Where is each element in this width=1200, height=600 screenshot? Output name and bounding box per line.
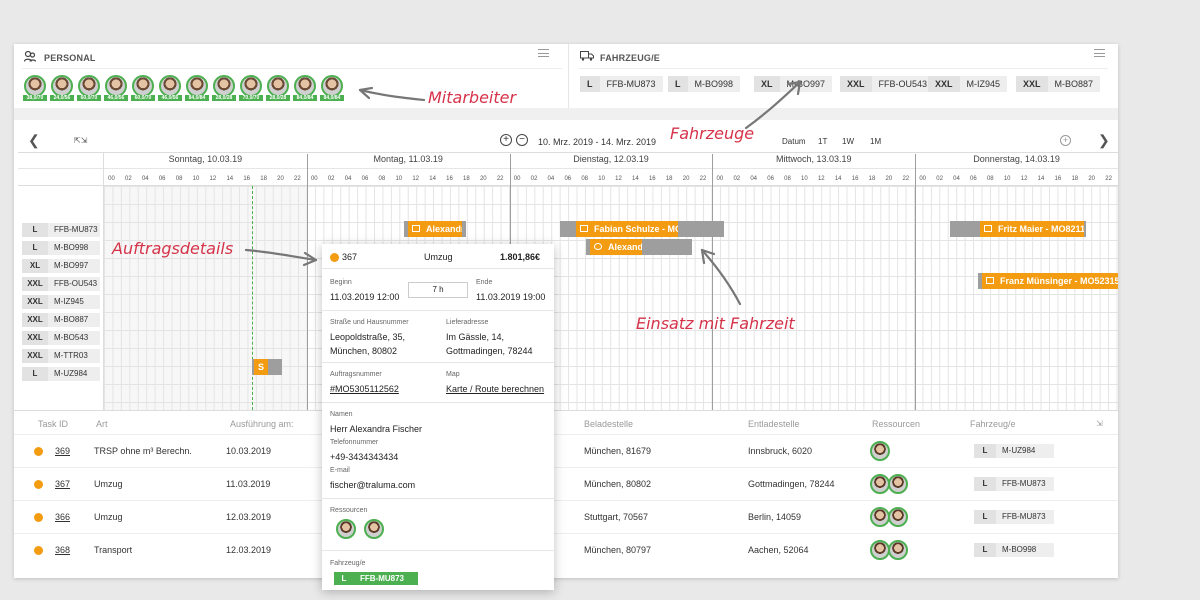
- arrow-fahrzeuge: [744, 80, 802, 130]
- arrow-einsatz: [700, 248, 742, 306]
- arrow-auftragsdetails: [244, 248, 318, 262]
- annotation-arrows: [244, 80, 802, 306]
